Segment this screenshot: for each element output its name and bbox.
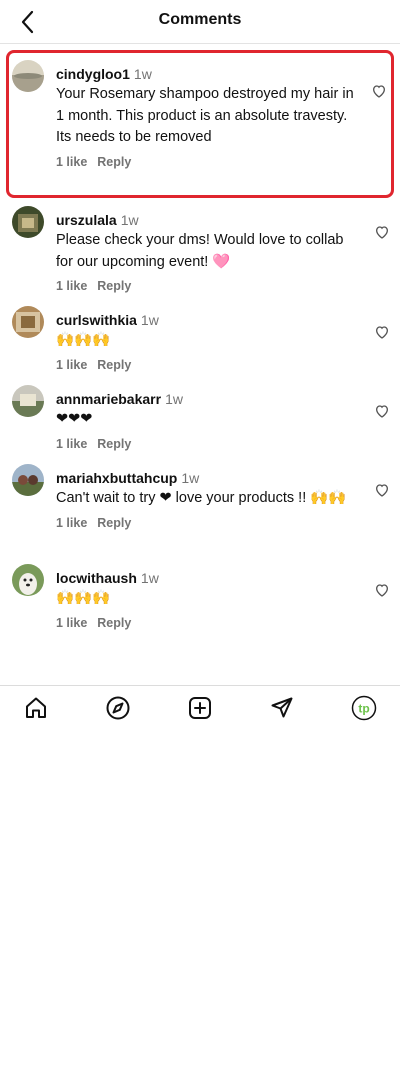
profile-initials: tp	[358, 701, 369, 715]
comment-text: Please check your dms! Would love to col…	[56, 232, 344, 270]
comment-item: mariahxbuttahcup 1w Can't wait to try ❤ l…	[0, 456, 400, 556]
like-button[interactable]	[374, 582, 390, 598]
comment-text: 🙌🙌🙌	[56, 590, 111, 606]
like-count[interactable]: 1 like	[56, 155, 87, 169]
comment-item: curlswithkia 1w 🙌🙌🙌 1 like Reply	[0, 298, 400, 377]
reply-button[interactable]: Reply	[97, 437, 131, 451]
like-count[interactable]: 1 like	[56, 437, 87, 451]
comment-item: urszulala 1w Please check your dms! Would…	[0, 198, 400, 298]
home-icon	[26, 697, 46, 718]
reply-button[interactable]: Reply	[97, 279, 131, 293]
like-button[interactable]	[374, 482, 390, 498]
add-square-icon	[189, 697, 211, 719]
reply-button[interactable]: Reply	[97, 516, 131, 530]
comment-time: 1w	[133, 66, 152, 82]
heart-outline-icon	[375, 326, 389, 339]
reply-button[interactable]: Reply	[97, 616, 131, 630]
heart-outline-icon	[372, 85, 386, 98]
comment-item: locwithaush 1w 🙌🙌🙌 1 like Reply	[0, 556, 400, 635]
like-button[interactable]	[374, 224, 390, 240]
comment-time: 1w	[120, 212, 139, 228]
like-count[interactable]: 1 like	[56, 516, 87, 530]
reply-button[interactable]: Reply	[97, 155, 131, 169]
heart-outline-icon	[375, 584, 389, 597]
compass-icon	[106, 696, 130, 720]
avatar[interactable]	[12, 464, 44, 496]
nav-messages[interactable]	[269, 695, 295, 721]
like-count[interactable]: 1 like	[56, 616, 87, 630]
comment-username[interactable]: urszulala	[56, 212, 117, 228]
bottom-nav: tp	[0, 685, 400, 731]
avatar[interactable]	[12, 564, 44, 596]
nav-explore[interactable]	[105, 695, 131, 721]
comment-username[interactable]: annmariebakarr	[56, 391, 161, 407]
like-button[interactable]	[371, 83, 387, 99]
avatar[interactable]	[12, 60, 44, 92]
nav-profile[interactable]: tp	[351, 695, 377, 721]
like-count[interactable]: 1 like	[56, 279, 87, 293]
profile-icon: tp	[351, 695, 377, 721]
comment-username[interactable]: mariahxbuttahcup	[56, 470, 177, 486]
comment-time: 1w	[165, 391, 183, 407]
comment-time: 1w	[181, 470, 200, 486]
comment-text: 🙌🙌🙌	[56, 332, 111, 348]
heart-outline-icon	[375, 226, 389, 239]
avatar[interactable]	[12, 306, 44, 338]
comment-username[interactable]: curlswithkia	[56, 312, 137, 328]
comment-list: cindygloo1 1w Your Rosemary shampoo destr…	[0, 50, 400, 635]
avatar[interactable]	[12, 206, 44, 238]
heart-outline-icon	[375, 484, 389, 497]
reply-button[interactable]: Reply	[97, 358, 131, 372]
page-title: Comments	[158, 11, 242, 28]
comment-text: Your Rosemary shampoo destroyed my hair …	[56, 86, 354, 145]
avatar[interactable]	[12, 385, 44, 417]
comment-time: 1w	[140, 312, 159, 328]
comment-username[interactable]: locwithaush	[56, 570, 137, 586]
comment-text: ❤❤❤	[56, 411, 93, 427]
comment-item: annmariebakarr 1w ❤❤❤ 1 like Reply	[0, 377, 400, 456]
comment-time: 1w	[140, 570, 159, 586]
nav-create[interactable]	[187, 695, 213, 721]
comment-item: cindygloo1 1w Your Rosemary shampoo destr…	[6, 50, 394, 198]
comment-username[interactable]: cindygloo1	[56, 66, 130, 82]
like-button[interactable]	[374, 403, 390, 419]
comment-text: Can't wait to try ❤ love your products !…	[56, 490, 347, 506]
heart-outline-icon	[375, 405, 389, 418]
header: Comments	[0, 0, 400, 44]
nav-home[interactable]	[23, 695, 49, 721]
send-icon	[271, 697, 293, 718]
like-count[interactable]: 1 like	[56, 358, 87, 372]
like-button[interactable]	[374, 324, 390, 340]
